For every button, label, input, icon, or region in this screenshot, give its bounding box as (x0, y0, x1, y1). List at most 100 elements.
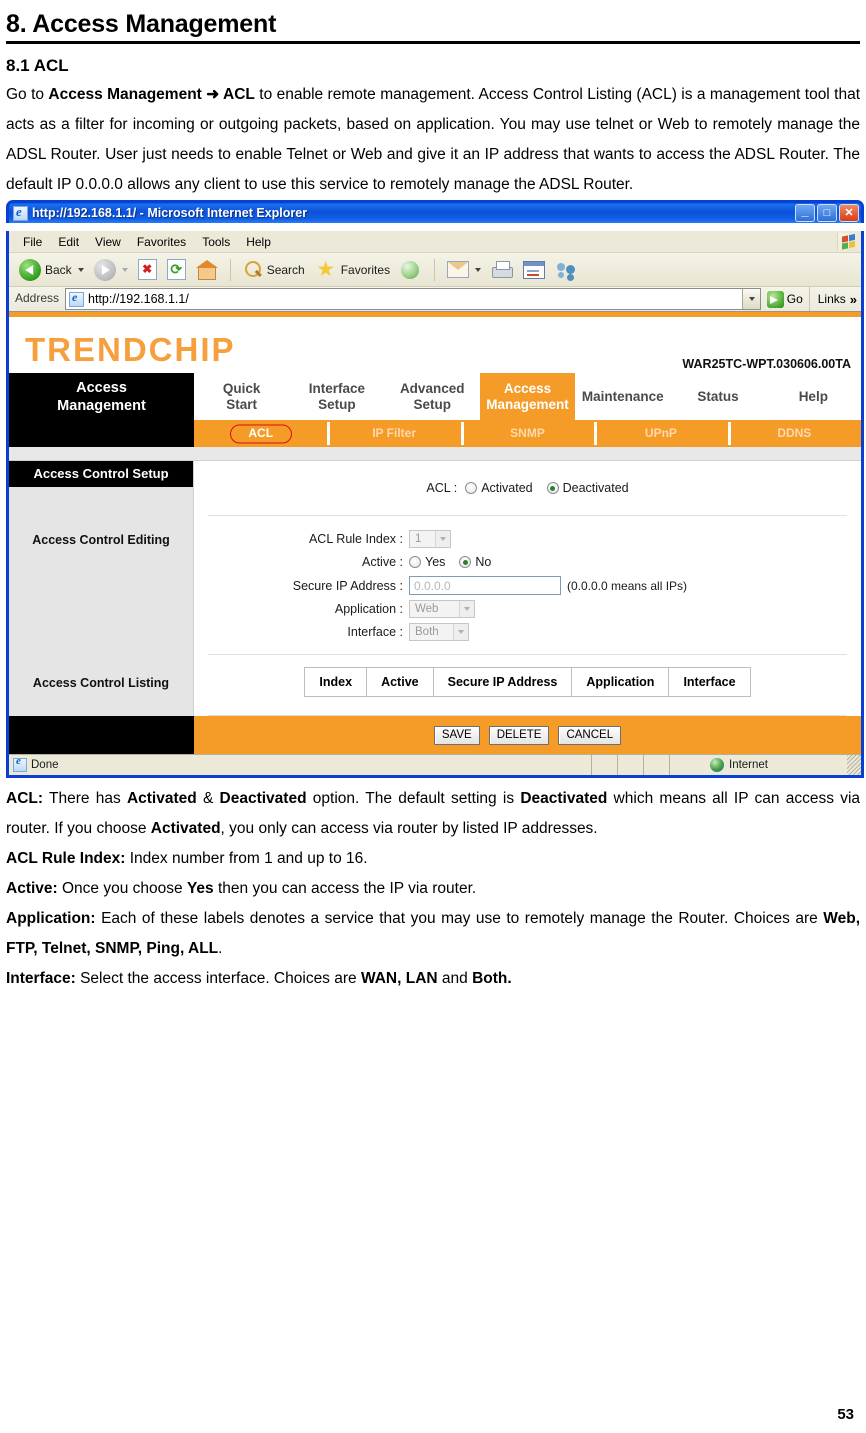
note-app-label: Application: (6, 910, 96, 927)
home-button[interactable] (192, 259, 222, 280)
tab-interface-setup-line2: Setup (318, 396, 356, 412)
address-dropdown-button[interactable] (741, 289, 760, 309)
radio-activated-icon (465, 482, 478, 494)
active-radio-no[interactable]: No (459, 553, 491, 571)
browser-toolbar: Back Search (9, 253, 861, 287)
address-input[interactable]: http://192.168.1.1/ (65, 288, 761, 310)
tab-maintenance[interactable]: Maintenance (575, 373, 671, 420)
router-admin-page: TRENDCHIP WAR25TC-WPT.030606.00TA Access… (9, 312, 861, 754)
acl-radio-activated[interactable]: Activated (465, 481, 533, 495)
menu-item-edit[interactable]: Edit (50, 233, 87, 251)
interface-value: Both (415, 626, 439, 638)
active-yes-label: Yes (425, 555, 446, 569)
subtab-acl[interactable]: ACL (194, 420, 327, 447)
mail-chevron-down-icon[interactable] (475, 267, 482, 272)
subtab-upnp[interactable]: UPnP (594, 420, 727, 447)
menu-item-help[interactable]: Help (238, 233, 279, 251)
delete-button[interactable]: DELETE (488, 725, 550, 745)
note-app-t2: . (218, 940, 223, 957)
close-button[interactable]: ✕ (839, 204, 859, 222)
tab-access-management[interactable]: Access Management (479, 373, 576, 420)
maximize-button[interactable]: □ (817, 204, 837, 222)
cancel-button[interactable]: CANCEL (558, 725, 622, 745)
tab-help-label: Help (798, 388, 828, 404)
tab-status[interactable]: Status (670, 373, 766, 420)
menu-item-tools[interactable]: Tools (194, 233, 238, 251)
section-title: 8.1 ACL (6, 56, 69, 75)
back-button[interactable]: Back (15, 258, 88, 281)
subtab-ddns[interactable]: DDNS (727, 420, 861, 447)
tab-advanced-setup[interactable]: Advanced Setup (384, 373, 480, 420)
sidebar-header-access-control-setup: Access Control Setup (9, 461, 193, 487)
star-icon: ★ (316, 257, 336, 281)
tab-quick-start[interactable]: Quick Start (194, 373, 290, 420)
tab-interface-setup[interactable]: Interface Setup (289, 373, 385, 420)
save-button[interactable]: SAVE (433, 725, 480, 745)
overflow-chevron-icon[interactable]: » (850, 292, 857, 307)
secure-ip-address-input[interactable]: 0.0.0.0 (409, 576, 561, 595)
go-button[interactable]: Go (761, 287, 809, 311)
acl-radio-deactivated[interactable]: Deactivated (546, 481, 629, 495)
refresh-icon (166, 259, 186, 280)
minimize-button[interactable]: _ (795, 204, 815, 222)
row-interface: Interface : Both (194, 623, 861, 641)
subtab-ip-filter-label: IP Filter (372, 426, 416, 440)
status-text-area: Done (9, 755, 591, 772)
browser-title: http://192.168.1.1/ - Microsoft Internet… (32, 206, 308, 220)
address-chevron-down-icon (749, 297, 756, 301)
tab-help[interactable]: Help (765, 373, 861, 420)
forward-button[interactable] (90, 258, 132, 281)
print-button[interactable] (487, 260, 517, 279)
note-application: Application: Each of these labels denote… (6, 904, 860, 964)
page-number: 53 (837, 1406, 854, 1423)
security-zone[interactable]: Internet (669, 755, 847, 775)
chevron-down-icon[interactable] (77, 267, 84, 272)
note-iface-b2: Both. (472, 970, 512, 987)
sidebar-item-access-control-listing: Access Control Listing (32, 676, 170, 690)
note-active: Active: Once you choose Yes then you can… (6, 874, 860, 904)
refresh-button[interactable] (163, 259, 190, 280)
subtab-snmp-label: SNMP (510, 426, 545, 440)
edit-button[interactable] (519, 260, 549, 279)
current-section-line1: Access (76, 379, 127, 396)
status-segment-1 (591, 755, 617, 775)
acl-deactivated-label: Deactivated (562, 481, 629, 495)
forward-chevron-down-icon[interactable] (121, 267, 128, 272)
status-text: Done (31, 759, 59, 771)
favorites-button[interactable]: ★ Favorites (311, 257, 394, 281)
label-secure-ip-address: Secure IP Address : (292, 578, 403, 593)
acl-label: ACL : (426, 481, 458, 495)
maximize-icon: □ (823, 207, 831, 219)
messenger-button[interactable] (551, 261, 581, 279)
table-header-row: Index Active Secure IP Address Applicati… (304, 667, 751, 697)
router-sub-tabs: ACL IP Filter SNMP UPnP DDNS (194, 420, 861, 447)
menu-item-view[interactable]: View (87, 233, 129, 251)
subtab-ip-filter[interactable]: IP Filter (327, 420, 460, 447)
links-button[interactable]: Links » (808, 287, 861, 311)
menu-item-file[interactable]: File (15, 233, 50, 251)
active-no-label: No (475, 555, 492, 569)
note-iface-label: Interface: (6, 970, 76, 987)
active-radio-yes[interactable]: Yes (409, 553, 445, 571)
browser-menubar: File Edit View Favorites Tools Help (9, 231, 861, 253)
address-label: Address (15, 291, 60, 305)
select-interface[interactable]: Both (409, 623, 469, 641)
resize-grip[interactable] (847, 755, 861, 775)
current-section-label: Access Management (9, 373, 194, 420)
note-interface: Interface: Select the access interface. … (6, 964, 860, 994)
chevron-down-icon (459, 601, 474, 617)
menu-item-favorites[interactable]: Favorites (129, 233, 194, 251)
back-arrow-icon (19, 258, 41, 281)
divider-below-table (208, 715, 847, 716)
stop-button[interactable] (134, 259, 161, 280)
radio-no-icon (459, 556, 472, 568)
browser-addressbar: Address http://192.168.1.1/ Go Links » (9, 287, 861, 312)
mail-icon (447, 261, 470, 278)
history-button[interactable] (396, 260, 426, 280)
note-acl-t5: , you only can access via router by list… (220, 820, 598, 837)
select-acl-rule-index[interactable]: 1 (409, 530, 451, 548)
search-button[interactable]: Search (239, 260, 309, 280)
select-application[interactable]: Web (409, 600, 475, 618)
mail-button[interactable] (443, 261, 485, 278)
subtab-snmp[interactable]: SNMP (460, 420, 594, 447)
